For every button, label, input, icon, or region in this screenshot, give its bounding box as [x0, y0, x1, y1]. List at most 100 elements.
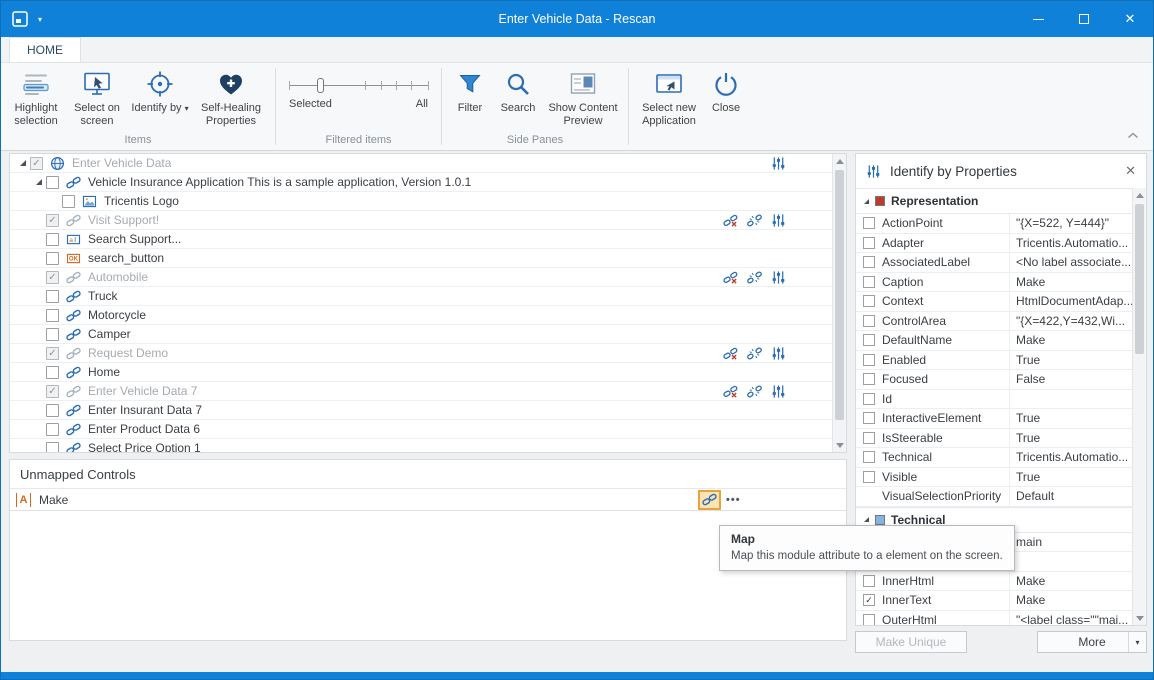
slider-thumb[interactable] — [317, 78, 324, 93]
row-checkbox[interactable] — [46, 328, 59, 341]
tree-row[interactable]: Vehicle Insurance Application This is a … — [10, 173, 832, 192]
property-row[interactable]: VisualSelectionPriorityDefault — [856, 487, 1146, 507]
row-checkbox[interactable]: ✓ — [30, 157, 43, 170]
row-checkbox[interactable] — [46, 423, 59, 436]
property-checkbox[interactable] — [863, 256, 875, 268]
unmap-icon[interactable] — [723, 384, 738, 399]
breaklink-icon[interactable] — [747, 270, 762, 285]
property-checkbox[interactable] — [863, 614, 875, 626]
property-row[interactable]: EnabledTrue — [856, 351, 1146, 371]
property-checkbox[interactable] — [863, 217, 875, 229]
make-unique-button[interactable]: Make Unique — [855, 631, 967, 653]
tree-row[interactable]: Tricentis Logo — [10, 192, 832, 211]
property-checkbox[interactable] — [863, 393, 875, 405]
property-checkbox[interactable] — [863, 432, 875, 444]
row-checkbox[interactable]: ✓ — [46, 347, 59, 360]
scrollbar-thumb[interactable] — [1135, 204, 1144, 354]
tab-home[interactable]: HOME — [9, 37, 81, 62]
property-row[interactable]: IsSteerableTrue — [856, 429, 1146, 449]
property-row[interactable]: OuterHtml"<label class=""mai... — [856, 611, 1146, 627]
identify-properties-icon[interactable] — [771, 346, 786, 361]
properties-scrollbar[interactable] — [1132, 188, 1146, 625]
expand-caret-icon[interactable] — [32, 179, 46, 185]
search-button[interactable]: Search — [493, 66, 543, 133]
identify-properties-icon[interactable] — [771, 384, 786, 399]
tree-row[interactable]: Home — [10, 363, 832, 382]
tree-row[interactable]: Motorcycle — [10, 306, 832, 325]
minimize-button[interactable] — [1015, 1, 1061, 37]
property-row[interactable]: ContextHtmlDocumentAdap... — [856, 292, 1146, 312]
show-content-preview-button[interactable]: Show Content Preview — [543, 66, 623, 133]
property-row[interactable]: InnerHtmlMake — [856, 572, 1146, 592]
property-row[interactable]: CaptionMake — [856, 273, 1146, 293]
breaklink-icon[interactable] — [747, 346, 762, 361]
property-row[interactable]: Id — [856, 390, 1146, 410]
row-checkbox[interactable] — [46, 309, 59, 322]
property-checkbox[interactable] — [863, 334, 875, 346]
unmap-icon[interactable] — [723, 346, 738, 361]
row-checkbox[interactable] — [62, 195, 75, 208]
property-row[interactable]: AdapterTricentis.Automatio... — [856, 234, 1146, 254]
tree-row[interactable]: ✓Enter Vehicle Data 7 — [10, 382, 832, 401]
unmap-icon[interactable] — [723, 270, 738, 285]
tree-row[interactable]: ✓Request Demo — [10, 344, 832, 363]
tree-row[interactable]: Enter Product Data 6 — [10, 420, 832, 439]
scroll-up-icon[interactable] — [1133, 188, 1146, 202]
breaklink-icon[interactable] — [747, 213, 762, 228]
tree-row[interactable]: OKsearch_button — [10, 249, 832, 268]
more-button[interactable]: More ▾ — [1037, 631, 1147, 653]
more-dropdown-caret-icon[interactable]: ▾ — [1128, 632, 1146, 652]
property-checkbox[interactable]: ✓ — [863, 594, 875, 606]
tree-row[interactable]: ✓Enter Vehicle Data — [10, 154, 832, 173]
unmapped-row[interactable]: A Make ••• — [10, 489, 846, 511]
close-panel-icon[interactable]: ✕ — [1125, 163, 1136, 179]
property-checkbox[interactable] — [863, 315, 875, 327]
quick-access-caret-icon[interactable]: ▾ — [38, 15, 42, 24]
section-header[interactable]: Representation — [856, 188, 1146, 214]
property-checkbox[interactable] — [863, 276, 875, 288]
expand-caret-icon[interactable] — [16, 160, 30, 166]
property-row[interactable]: TechnicalTricentis.Automatio... — [856, 448, 1146, 468]
tree-row[interactable]: ✓Visit Support! — [10, 211, 832, 230]
scroll-up-icon[interactable] — [833, 154, 846, 168]
property-row[interactable]: AssociatedLabel<No label associate... — [856, 253, 1146, 273]
self-healing-properties-button[interactable]: Self-Healing Properties — [192, 66, 270, 133]
more-options-button[interactable]: ••• — [726, 494, 741, 506]
close-window-button[interactable]: ✕ — [1107, 1, 1153, 37]
row-checkbox[interactable]: ✓ — [46, 385, 59, 398]
property-row[interactable]: InteractiveElementTrue — [856, 409, 1146, 429]
property-checkbox[interactable] — [863, 237, 875, 249]
breaklink-icon[interactable] — [747, 384, 762, 399]
tree-scrollbar[interactable] — [832, 154, 846, 452]
tree-row[interactable]: Camper — [10, 325, 832, 344]
property-checkbox[interactable] — [863, 412, 875, 424]
select-on-screen-button[interactable]: Select on screen — [66, 66, 128, 133]
row-checkbox[interactable] — [46, 176, 59, 189]
maximize-button[interactable] — [1061, 1, 1107, 37]
close-rescan-button[interactable]: Close — [704, 66, 748, 145]
property-checkbox[interactable] — [863, 373, 875, 385]
identify-properties-icon[interactable] — [771, 213, 786, 228]
property-row[interactable]: ActionPoint"{X=522, Y=444}" — [856, 214, 1146, 234]
property-checkbox[interactable] — [863, 451, 875, 463]
highlight-selection-button[interactable]: Highlight selection — [6, 66, 66, 133]
map-button[interactable] — [698, 490, 721, 510]
row-checkbox[interactable]: ✓ — [46, 271, 59, 284]
row-checkbox[interactable] — [46, 366, 59, 379]
select-new-application-button[interactable]: Select new Application — [634, 66, 704, 145]
tree-row[interactable]: aISearch Support... — [10, 230, 832, 249]
filtered-items-slider[interactable] — [276, 63, 441, 93]
tree-row[interactable]: ✓Automobile — [10, 268, 832, 287]
property-row[interactable]: ✓InnerTextMake — [856, 591, 1146, 611]
property-row[interactable]: DefaultNameMake — [856, 331, 1146, 351]
tree-row[interactable]: Enter Insurant Data 7 — [10, 401, 832, 420]
filter-button[interactable]: Filter — [447, 66, 493, 133]
tree-row[interactable]: Select Price Option 1 — [10, 439, 832, 453]
property-row[interactable]: ControlArea"{X=422,Y=432,Wi... — [856, 312, 1146, 332]
app-icon[interactable] — [11, 10, 29, 28]
unmap-icon[interactable] — [723, 213, 738, 228]
property-checkbox[interactable] — [863, 354, 875, 366]
scrollbar-thumb[interactable] — [835, 170, 844, 420]
row-checkbox[interactable] — [46, 442, 59, 454]
property-row[interactable]: FocusedFalse — [856, 370, 1146, 390]
